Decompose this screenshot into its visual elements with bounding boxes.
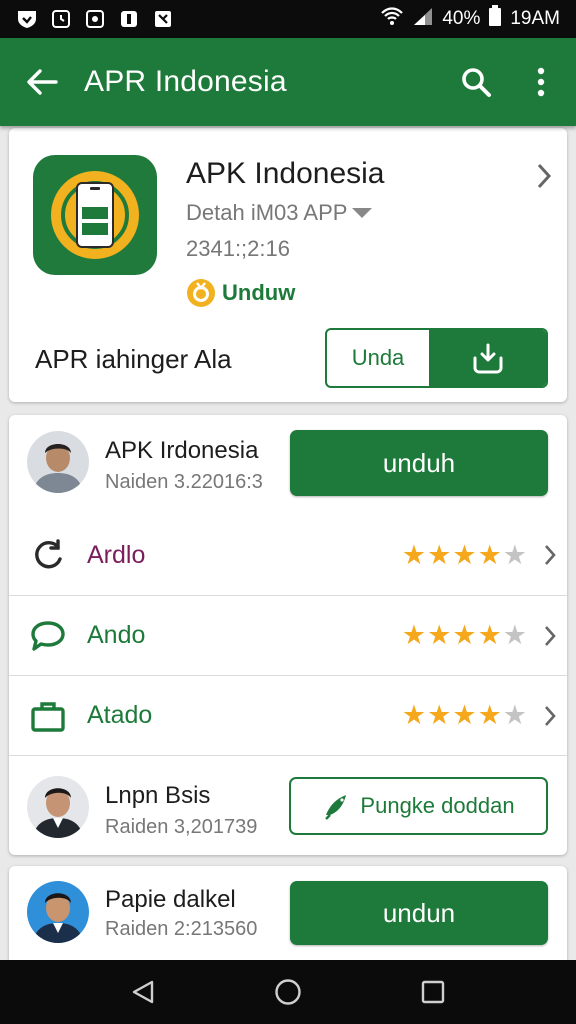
unduh-button[interactable]: unduh [290, 430, 548, 496]
download-hand-icon [473, 343, 502, 374]
list-item[interactable]: APK Irdonesia Naiden 3.22016:3 unduh [9, 415, 567, 515]
chat-icon [9, 619, 87, 653]
clock-icon [50, 9, 72, 29]
star-icon: ★ [452, 539, 477, 570]
star-icon: ★ [427, 700, 452, 730]
more-vertical-icon [537, 67, 545, 97]
star-icon: ★ [502, 700, 527, 730]
star-icon: ★ [427, 539, 452, 570]
person-name: Lnpn Bsis [105, 782, 211, 809]
pungke-button[interactable]: Pungke doddan [289, 777, 548, 835]
status-bar: 40% 19AM [0, 0, 576, 38]
more-options-button[interactable] [506, 38, 576, 126]
app-logo[interactable] [33, 155, 157, 275]
bird-icon [325, 795, 347, 820]
app-notification-icon [118, 9, 140, 29]
back-button[interactable] [0, 38, 84, 126]
refresh-icon [9, 537, 87, 573]
media-icon [152, 9, 174, 29]
star-icon: ★ [452, 700, 477, 730]
signal-icon [412, 6, 434, 32]
install-split-button: Unda [325, 328, 548, 388]
avatar [27, 431, 89, 493]
chevron-right-icon [537, 163, 552, 189]
search-button[interactable] [446, 38, 506, 126]
back-arrow-icon [27, 69, 58, 95]
app-details-chevron[interactable] [535, 162, 553, 195]
chevron-right-icon [533, 624, 567, 648]
person-meta: Raiden 3,201739 [105, 816, 258, 838]
medal-icon [187, 279, 215, 307]
battery-icon [488, 5, 502, 33]
app-list-card: APK Irdonesia Naiden 3.22016:3 unduh Ard… [9, 415, 567, 855]
category-label: Ardlo [87, 540, 146, 569]
avatar [27, 881, 89, 943]
star-icon: ★ [477, 700, 502, 730]
star-icon: ★ [452, 620, 477, 650]
app-info-card: APK Indonesia Detah iM03 APP 2341:;2:16 … [9, 128, 567, 402]
app-name: APK Indonesia [186, 157, 385, 190]
chevron-right-icon [533, 704, 567, 728]
star-icon: ★ [502, 620, 527, 650]
category-label: Ando [87, 621, 146, 649]
app-bar: APR Indonesia [0, 38, 576, 126]
person-meta: Raiden 2:213560 [105, 918, 258, 940]
star-rating: ★ ★ ★ ★ ★ [402, 622, 527, 649]
person-name: Papie dalkel [105, 886, 236, 913]
record-icon [84, 9, 106, 29]
phone-app-icon [51, 171, 139, 259]
undun-button[interactable]: undun [290, 881, 548, 945]
square-recents-icon [422, 980, 445, 1004]
briefcase-icon [9, 699, 87, 733]
app-version: 2341:;2:16 [186, 236, 290, 261]
battery-percent: 40% [442, 8, 481, 29]
category-row[interactable]: Atado ★ ★ ★ ★ ★ [9, 675, 567, 755]
star-rating: ★ ★ ★ ★ ★ [401, 539, 527, 570]
page-title: APR Indonesia [84, 65, 287, 98]
developer-name: Detah iM03 APP [186, 200, 348, 225]
nav-recents-button[interactable] [403, 967, 463, 1017]
star-icon: ★ [502, 539, 527, 570]
system-nav-bar [0, 960, 576, 1024]
nav-home-button[interactable] [258, 967, 318, 1017]
unda-button[interactable]: Unda [327, 330, 429, 386]
chevron-right-icon [533, 543, 567, 567]
download-button[interactable] [429, 330, 546, 386]
person-name: APK Irdonesia [105, 437, 259, 464]
triangle-back-icon [132, 980, 153, 1004]
star-icon: ★ [401, 620, 427, 650]
star-rating: ★ ★ ★ ★ ★ [402, 702, 527, 729]
star-icon: ★ [477, 620, 502, 650]
nav-back-button[interactable] [113, 967, 173, 1017]
shield-icon [16, 9, 38, 29]
list-item[interactable]: Lnpn Bsis Raiden 3,201739 Pungke doddan [9, 755, 567, 855]
category-row[interactable]: Ardlo ★ ★ ★ ★ ★ [9, 515, 567, 595]
avatar [27, 776, 89, 838]
app-tagline: APR iahinger Ala [35, 344, 232, 374]
clock-time: 19AM [510, 8, 560, 29]
pungke-label: Pungke doddan [360, 793, 515, 818]
search-icon [462, 68, 491, 97]
star-icon: ★ [427, 620, 452, 650]
category-row[interactable]: Ando ★ ★ ★ ★ ★ [9, 595, 567, 675]
category-label: Atado [87, 701, 153, 729]
developer-dropdown[interactable]: Detah iM03 APP [186, 200, 373, 226]
star-icon: ★ [401, 539, 427, 570]
person-meta: Naiden 3.22016:3 [105, 471, 263, 493]
badge-label: Unduw [222, 280, 296, 305]
dropdown-arrow-icon [352, 208, 373, 218]
circle-home-icon [275, 979, 301, 1005]
wifi-icon [380, 6, 404, 32]
star-icon: ★ [401, 700, 427, 730]
download-badge[interactable]: Unduw [186, 278, 295, 308]
star-icon: ★ [477, 539, 502, 570]
